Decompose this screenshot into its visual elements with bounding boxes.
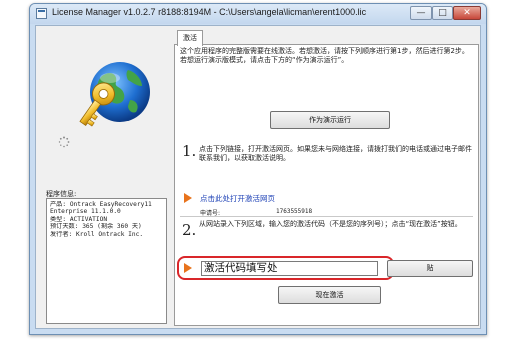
tab-page: 这个应用程序的完整版需要在线激活。若想激活，请按下列顺序进行第1步，然后进行第2… [174,44,479,326]
run-as-demo-button[interactable]: 作为演示运行 [270,111,390,129]
activate-now-button[interactable]: 现在激活 [278,286,381,304]
intro-text: 这个应用程序的完整版需要在线激活。若想激活，请按下列顺序进行第1步，然后进行第2… [180,47,469,64]
app-icon [36,8,47,19]
info-line: 发行者: Kroll Ontrack Inc. [50,230,144,238]
paste-button[interactable]: 贴 [387,260,473,277]
open-activation-page-link[interactable]: 点击此处打开激活网页 [200,193,275,204]
info-line: Enterprise 11.1.0.0 [50,208,121,216]
window-title: License Manager v1.0.2.7 r8188:8194M - C… [52,7,367,17]
orange-arrow-icon [184,263,192,273]
loading-spinner-icon [58,136,70,148]
info-line: 类型: ACTIVATION [50,215,108,223]
info-line: 产品: Ontrack EasyRecovery11 [50,201,152,208]
program-info-box[interactable]: 产品: Ontrack EasyRecovery11 Enterprise 11… [46,198,167,324]
step-1-number: 1. [182,142,197,160]
step-2-text: 从网站录入下列区域，输入您的激活代码（不是您的序列号）；点击“现在激活”按钮。 [199,220,462,228]
maximize-button[interactable]: □ [432,6,453,20]
step-2-number: 2. [182,221,197,239]
title-bar[interactable]: License Manager v1.0.2.7 r8188:8194M - C… [30,4,486,24]
license-manager-window: License Manager v1.0.2.7 r8188:8194M - C… [29,3,487,335]
activation-code-input[interactable]: 激活代码填写处 [201,261,378,276]
divider [180,216,473,217]
tab-activation[interactable]: 激活 [177,30,203,46]
serial-value: 1763555918 [276,208,313,215]
close-button[interactable]: ✕ [453,6,481,20]
orange-arrow-icon [184,193,192,203]
client-area: 程序信息: 产品: Ontrack EasyRecovery11 Enterpr… [35,25,481,329]
globe-key-logo-icon [79,62,150,127]
step-1-text: 点击下列链接，打开激活网页。如果您未与网络连接，请拨打我们的电话或通过电子邮件联… [199,145,472,162]
info-line: 预订天数: 365 (剩余 360 天) [50,223,142,231]
activation-panel: 激活 这个应用程序的完整版需要在线激活。若想激活，请按下列顺序进行第1步，然后进… [174,30,479,326]
minimize-button[interactable]: — [410,6,432,20]
